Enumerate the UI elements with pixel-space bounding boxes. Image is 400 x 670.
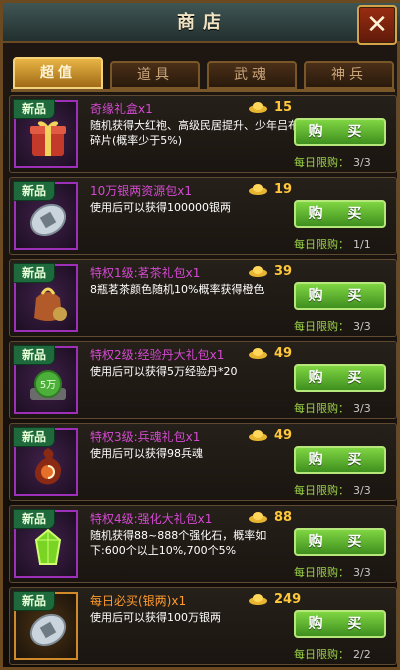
gold-ingot-icon bbox=[249, 512, 267, 523]
tab-daoju[interactable]: 道具 bbox=[110, 61, 200, 89]
daily-limit-label: 每日限购： bbox=[294, 238, 349, 251]
svg-text:5万: 5万 bbox=[40, 380, 56, 391]
daily-limit: 每日限购： 2/2 bbox=[294, 646, 371, 662]
title-bar: 商店 ✕ bbox=[3, 3, 400, 45]
tea-bag-icon bbox=[34, 287, 67, 321]
item-price: 249 bbox=[274, 592, 302, 607]
close-icon: ✕ bbox=[366, 10, 388, 40]
close-button[interactable]: ✕ bbox=[357, 5, 397, 45]
tab-wuhun[interactable]: 武魂 bbox=[207, 61, 297, 89]
item-price: 19 bbox=[274, 182, 293, 197]
daily-limit-value: 3/3 bbox=[353, 402, 371, 415]
buy-button[interactable]: 购 买 bbox=[294, 118, 386, 146]
gold-ingot-icon bbox=[249, 184, 267, 195]
item-name: 每日必买(银两)x1 bbox=[90, 594, 187, 608]
item-icon-frame[interactable]: 新品 bbox=[14, 428, 78, 496]
soul-gourd-icon bbox=[35, 448, 61, 485]
list-item: 新品 特权4级:强化大礼包x1 88 随机获得88~888个强化石，概率如下:6… bbox=[9, 505, 397, 583]
item-icon-frame[interactable]: 新品 bbox=[14, 182, 78, 250]
buy-button[interactable]: 购 买 bbox=[294, 282, 386, 310]
buy-button[interactable]: 购 买 bbox=[294, 528, 386, 556]
buy-button[interactable]: 购 买 bbox=[294, 610, 386, 638]
gold-ingot-icon bbox=[249, 430, 267, 441]
list-item: 新品 特权1级:茗茶礼包x1 39 8瓶茗茶颜色随机10%概率获得橙色 购 买 … bbox=[9, 259, 397, 337]
item-name: 特权3级:兵魂礼包x1 bbox=[90, 430, 201, 444]
item-icon-frame[interactable]: 新品 bbox=[14, 592, 78, 660]
item-list[interactable]: 新品 奇缘礼盒x1 15 随机获得大红袍、高级民居提升、少年吕布碎片(概率少于5… bbox=[9, 95, 397, 670]
daily-limit-label: 每日限购： bbox=[294, 484, 349, 497]
daily-limit: 每日限购： 3/3 bbox=[294, 318, 371, 334]
shop-window: 商店 ✕ 超值 道具 武魂 神兵 新品 奇缘礼盒x1 15 随机获得大红袍、高级… bbox=[0, 0, 400, 670]
item-price: 39 bbox=[274, 264, 293, 279]
item-icon-frame[interactable]: 新品 bbox=[14, 100, 78, 168]
item-desc: 随机获得大红袍、高级民居提升、少年吕布碎片(概率少于5%) bbox=[90, 119, 299, 147]
daily-limit-value: 1/1 bbox=[353, 238, 371, 251]
daily-limit: 每日限购： 3/3 bbox=[294, 482, 371, 498]
list-item: 新品 每日必买(银两)x1 249 使用后可以获得100万银两 购 买 每日限购… bbox=[9, 587, 397, 665]
item-price: 88 bbox=[274, 510, 293, 525]
item-desc: 使用后可以获得100万银两 bbox=[90, 611, 221, 624]
silver-coin-icon bbox=[29, 613, 67, 647]
silver-coin-icon bbox=[29, 203, 67, 237]
page-title: 商店 bbox=[177, 12, 229, 33]
item-desc: 使用后可以获得98兵魂 bbox=[90, 447, 203, 460]
item-price: 49 bbox=[274, 428, 293, 443]
item-name: 特权1级:茗茶礼包x1 bbox=[90, 266, 201, 280]
list-item: 新品 特权3级:兵魂礼包x1 49 使用后可以获得98兵魂 购 买 每日限购： 3… bbox=[9, 423, 397, 501]
item-name: 奇缘礼盒x1 bbox=[90, 102, 153, 116]
list-item: 新品 10万银两资源包x1 19 使用后可以获得100000银两 购 买 每日限… bbox=[9, 177, 397, 255]
daily-limit: 每日限购： 3/3 bbox=[294, 400, 371, 416]
item-icon-frame[interactable]: 新品 bbox=[14, 510, 78, 578]
tab-shenbing[interactable]: 神兵 bbox=[304, 61, 394, 89]
green-gem-icon bbox=[34, 528, 62, 565]
daily-limit-label: 每日限购： bbox=[294, 402, 349, 415]
daily-limit-value: 2/2 bbox=[353, 648, 371, 661]
buy-button[interactable]: 购 买 bbox=[294, 200, 386, 228]
gold-ingot-icon bbox=[249, 348, 267, 359]
buy-button[interactable]: 购 买 bbox=[294, 364, 386, 392]
gold-ingot-icon bbox=[249, 594, 267, 605]
daily-limit-value: 3/3 bbox=[353, 156, 371, 169]
item-desc: 8瓶茗茶颜色随机10%概率获得橙色 bbox=[90, 283, 265, 296]
exp-pill-icon: 5万 bbox=[30, 370, 66, 400]
buy-button[interactable]: 购 买 bbox=[294, 446, 386, 474]
daily-limit-label: 每日限购： bbox=[294, 648, 349, 661]
daily-limit-label: 每日限购： bbox=[294, 320, 349, 333]
item-desc: 使用后可以获得5万经验丹*20 bbox=[90, 365, 238, 378]
gold-ingot-icon bbox=[249, 266, 267, 277]
item-desc: 随机获得88~888个强化石，概率如下:600个以上10%,700个5% bbox=[90, 529, 267, 557]
daily-limit-label: 每日限购： bbox=[294, 156, 349, 169]
daily-limit-value: 3/3 bbox=[353, 566, 371, 579]
item-name: 10万银两资源包x1 bbox=[90, 184, 193, 198]
item-desc: 使用后可以获得100000银两 bbox=[90, 201, 231, 214]
daily-limit-label: 每日限购： bbox=[294, 566, 349, 579]
list-item: 新品 奇缘礼盒x1 15 随机获得大红袍、高级民居提升、少年吕布碎片(概率少于5… bbox=[9, 95, 397, 173]
list-item: 新品 5万 特权2级:经验丹大礼包x1 49 使用后可以获得5万经验丹*20 购… bbox=[9, 341, 397, 419]
item-name: 特权2级:经验丹大礼包x1 bbox=[90, 348, 225, 362]
daily-limit-value: 3/3 bbox=[353, 320, 371, 333]
daily-limit-value: 3/3 bbox=[353, 484, 371, 497]
tab-underline bbox=[11, 89, 395, 92]
item-icon-frame[interactable]: 新品 5万 bbox=[14, 346, 78, 414]
gold-ingot-icon bbox=[249, 102, 267, 113]
item-price: 15 bbox=[274, 100, 293, 115]
item-name: 特权4级:强化大礼包x1 bbox=[90, 512, 213, 526]
tab-chaozhi[interactable]: 超值 bbox=[13, 57, 103, 89]
gift-box-icon bbox=[30, 121, 66, 156]
item-price: 49 bbox=[274, 346, 293, 361]
daily-limit: 每日限购： 3/3 bbox=[294, 564, 371, 580]
daily-limit: 每日限购： 1/1 bbox=[294, 236, 371, 252]
item-icon-frame[interactable]: 新品 bbox=[14, 264, 78, 332]
tab-bar: 超值 道具 武魂 神兵 bbox=[13, 57, 394, 89]
daily-limit: 每日限购： 3/3 bbox=[294, 154, 371, 170]
